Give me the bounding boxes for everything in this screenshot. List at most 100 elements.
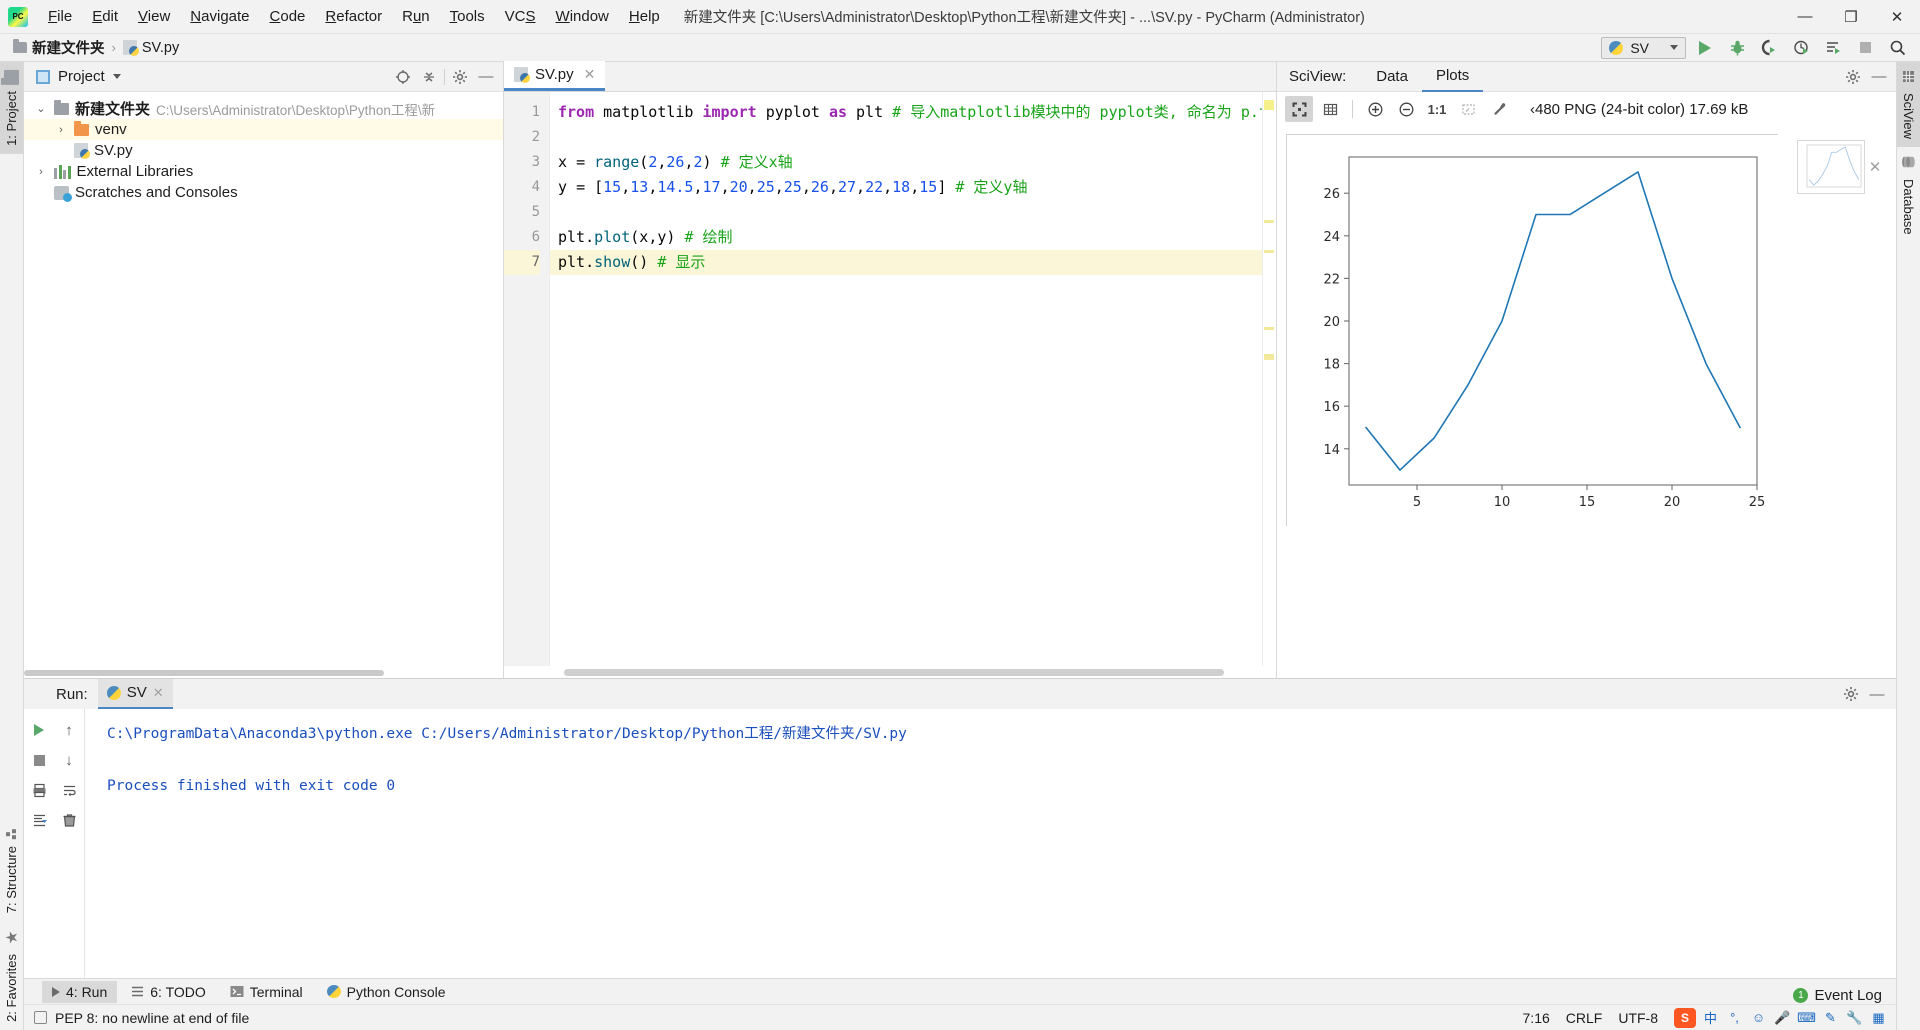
editor-tab-sv-py[interactable]: SV.py ✕	[504, 61, 606, 91]
chinese-mode-icon[interactable]: 中	[1701, 1008, 1720, 1027]
gear-icon[interactable]	[1842, 66, 1864, 88]
chevron-down-icon[interactable]: ⌄	[34, 102, 48, 115]
collapse-all-icon[interactable]	[418, 66, 440, 88]
hide-panel-icon[interactable]: —	[1868, 66, 1890, 88]
menu-refactor[interactable]: Refactor	[315, 4, 392, 29]
project-panel-header: Project —	[24, 62, 503, 92]
scroll-to-end-button[interactable]	[26, 805, 52, 835]
tree-item-scratches-consoles[interactable]: Scratches and Consoles	[24, 182, 503, 203]
caret-position[interactable]: 7:16	[1523, 1010, 1550, 1026]
tree-item-external-libraries[interactable]: › External Libraries	[24, 161, 503, 182]
keyboard-icon[interactable]: ⌨	[1797, 1008, 1816, 1027]
search-everywhere-button[interactable]	[1884, 36, 1910, 60]
apps-icon[interactable]: ▦	[1869, 1008, 1888, 1027]
menu-view[interactable]: View	[128, 4, 180, 29]
toolbox-icon[interactable]: 🔧	[1845, 1008, 1864, 1027]
select-region-icon[interactable]	[1454, 96, 1482, 122]
breadcrumb-project[interactable]: 新建文件夹	[10, 36, 108, 59]
inspection-marker	[1264, 220, 1274, 223]
fit-to-window-icon[interactable]	[1285, 96, 1313, 122]
tree-item-venv[interactable]: › venv	[24, 119, 503, 140]
emoji-icon[interactable]: ☺	[1749, 1008, 1768, 1027]
menu-window[interactable]: Window	[546, 4, 619, 29]
handwriting-icon[interactable]: ✎	[1821, 1008, 1840, 1027]
menu-navigate[interactable]: Navigate	[180, 4, 259, 29]
code-line: x = range(2,26,2) # 定义x轴	[550, 150, 1262, 175]
sidebar-item-sciview[interactable]: SciView	[1897, 62, 1920, 148]
close-button[interactable]: ✕	[1874, 0, 1920, 34]
hide-panel-icon[interactable]: —	[475, 66, 497, 88]
bottom-tab-terminal[interactable]: Terminal	[220, 981, 313, 1003]
scroll-up-button[interactable]: ↑	[56, 715, 82, 745]
breadcrumb-file[interactable]: SV.py	[120, 39, 182, 57]
sidebar-item-database[interactable]: Database	[1897, 147, 1920, 243]
punctuation-icon[interactable]: °,	[1725, 1008, 1744, 1027]
minimize-button[interactable]: —	[1782, 0, 1828, 34]
line-separator[interactable]: CRLF	[1566, 1010, 1603, 1026]
run-tab-sv[interactable]: SV ✕	[97, 679, 173, 709]
run-console-output[interactable]: C:\ProgramData\Anaconda3\python.exe C:/U…	[84, 709, 1896, 978]
locate-file-icon[interactable]	[392, 66, 414, 88]
code-text[interactable]: from matplotlib import pyplot as plt # 导…	[550, 92, 1262, 666]
sogou-logo-icon[interactable]: S	[1674, 1007, 1696, 1028]
editor-horizontal-scrollbar[interactable]	[504, 666, 1276, 678]
code-line: plt.plot(x,y) # 绘制	[550, 225, 1262, 250]
file-encoding[interactable]: UTF-8	[1618, 1010, 1658, 1026]
print-button[interactable]	[26, 775, 52, 805]
voice-input-icon[interactable]: 🎤	[1773, 1008, 1792, 1027]
maximize-button[interactable]: ❐	[1828, 0, 1874, 34]
run-with-coverage-button[interactable]	[1756, 36, 1782, 60]
hide-panel-icon[interactable]: —	[1866, 683, 1888, 705]
folder-icon	[4, 70, 19, 85]
clear-all-button[interactable]	[56, 805, 82, 835]
event-log-button[interactable]: 1 Event Log	[1793, 987, 1882, 1004]
menu-file[interactable]: FFileile	[38, 4, 82, 29]
actual-size-button[interactable]: 1:1	[1423, 96, 1451, 122]
debug-button[interactable]	[1724, 36, 1750, 60]
sidebar-item-project[interactable]: 1: Project	[0, 62, 23, 154]
menu-edit[interactable]: Edit	[82, 4, 128, 29]
menu-help[interactable]: Help	[619, 4, 670, 29]
stop-button[interactable]	[1852, 36, 1878, 60]
plot-figure[interactable]: 14 16 18 20 22 24 26 5 10 15 20 25	[1285, 134, 1779, 527]
profile-button[interactable]	[1788, 36, 1814, 60]
run-side-row: ↓	[24, 745, 84, 775]
grid-icon[interactable]	[1316, 96, 1344, 122]
code-token: # 定义y轴	[955, 178, 1028, 196]
menu-vcs[interactable]: VCS	[495, 4, 546, 29]
run-button[interactable]	[1692, 36, 1718, 60]
run-configuration-selector[interactable]: SV	[1601, 36, 1686, 59]
tree-item-project-root[interactable]: ⌄ 新建文件夹 C:\Users\Administrator\Desktop\P…	[24, 98, 503, 119]
chevron-right-icon[interactable]: ›	[34, 166, 48, 178]
eyedropper-icon[interactable]	[1485, 96, 1513, 122]
zoom-out-icon[interactable]	[1392, 96, 1420, 122]
plot-thumbnail[interactable]	[1796, 140, 1865, 194]
sidebar-item-favorites[interactable]: 2: Favorites ★	[0, 921, 25, 1030]
menu-code[interactable]: Code	[260, 4, 316, 29]
stop-button[interactable]	[26, 745, 52, 775]
tab-plots[interactable]: Plots	[1421, 62, 1484, 92]
close-icon[interactable]: ✕	[584, 66, 596, 83]
tree-item-sv-py[interactable]: SV.py	[24, 140, 503, 161]
gear-icon[interactable]	[449, 66, 471, 88]
tab-data[interactable]: Data	[1362, 63, 1422, 91]
zoom-in-icon[interactable]	[1361, 96, 1389, 122]
close-icon[interactable]: ✕	[153, 685, 164, 701]
soft-wrap-button[interactable]	[56, 775, 82, 805]
concurrency-button[interactable]	[1820, 36, 1846, 60]
menu-tools[interactable]: Tools	[440, 4, 495, 29]
sidebar-item-structure[interactable]: 7: Structure	[0, 819, 23, 921]
close-icon[interactable]: ✕	[1869, 158, 1882, 176]
thumbnail-item[interactable]: ✕	[1796, 140, 1882, 194]
project-horizontal-scrollbar[interactable]	[24, 668, 503, 678]
inspection-marker-gutter[interactable]	[1262, 92, 1276, 666]
gear-icon[interactable]	[1840, 683, 1862, 705]
menu-run[interactable]: Run	[392, 4, 440, 29]
chevron-down-icon[interactable]	[112, 74, 121, 79]
chevron-right-icon[interactable]: ›	[54, 124, 68, 136]
rerun-button[interactable]	[26, 715, 52, 745]
scroll-down-button[interactable]: ↓	[56, 745, 82, 775]
bottom-tab-python-console[interactable]: Python Console	[317, 981, 456, 1003]
bottom-tab-todo[interactable]: 6: TODO	[121, 981, 216, 1003]
bottom-tab-run[interactable]: 4: Run	[42, 980, 118, 1003]
